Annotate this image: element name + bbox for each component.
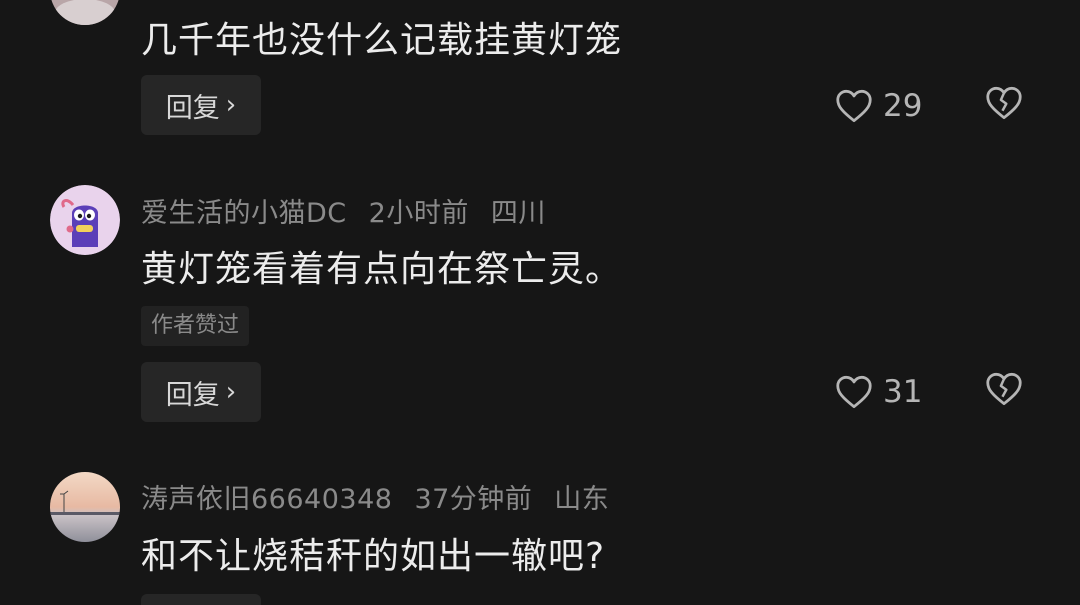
avatar[interactable] [50, 472, 120, 542]
username[interactable]: 涛声依旧66640348 [141, 484, 392, 515]
timestamp: 37分钟前 [414, 484, 533, 515]
comment-text: 黄灯笼看着有点向在祭亡灵。 [141, 249, 623, 290]
avatar[interactable] [50, 0, 120, 25]
chevron-right-icon: › [225, 90, 237, 120]
comment-meta: 涛声依旧66640348 37分钟前 山东 [141, 477, 631, 516]
username[interactable]: 爱生活的小猫DC [141, 198, 347, 229]
heart-outline-icon [836, 89, 872, 123]
comment-list: 几千年也没什么记载挂黄灯笼 回复 › 29 爱生活的小猫DC 2小时前 四川 黄… [0, 0, 1080, 605]
chevron-right-icon: › [225, 377, 237, 407]
reply-button[interactable]: 回复 › [141, 75, 261, 135]
location: 四川 [490, 198, 546, 229]
dislike-button[interactable] [985, 86, 1025, 126]
broken-heart-icon [986, 86, 1022, 120]
broken-heart-icon [986, 372, 1022, 406]
reply-label: 回复 [165, 379, 220, 411]
location: 山东 [554, 484, 610, 515]
dislike-button[interactable] [985, 372, 1025, 412]
timestamp: 2小时前 [368, 198, 469, 229]
comment-meta: 爱生活的小猫DC 2小时前 四川 [141, 191, 568, 230]
reply-label: 回复 [165, 92, 220, 124]
reply-button[interactable]: 回复 › [141, 362, 261, 422]
like-button[interactable]: 31 [835, 372, 922, 412]
author-liked-badge: 作者赞过 [141, 306, 250, 346]
like-button[interactable]: 29 [835, 86, 922, 126]
reply-button[interactable] [141, 594, 261, 605]
like-count: 31 [883, 374, 923, 410]
like-count: 29 [883, 88, 923, 124]
avatar[interactable] [50, 185, 120, 255]
comment-text: 和不让烧秸秆的如出一辙吧? [141, 536, 606, 577]
heart-outline-icon [836, 375, 872, 409]
comment-text: 几千年也没什么记载挂黄灯笼 [141, 20, 623, 61]
